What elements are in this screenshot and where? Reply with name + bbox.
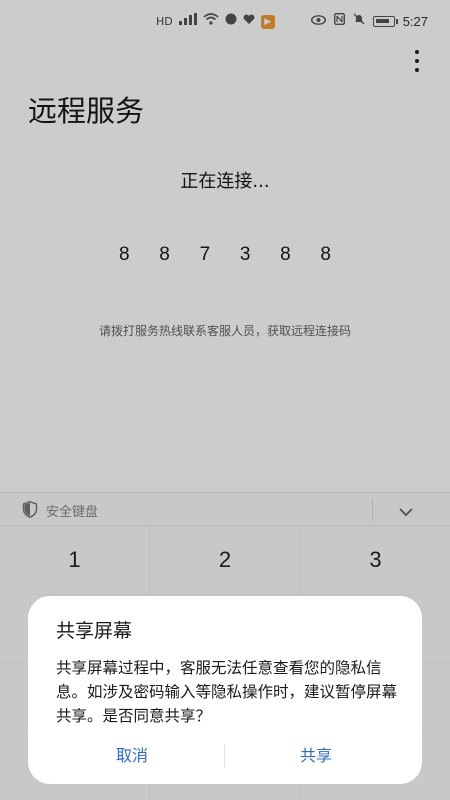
share-screen-dialog: 共享屏幕 共享屏幕过程中，客服无法任意查看您的隐私信息。如涉及密码输入等隐私操作… xyxy=(28,596,422,784)
dialog-message: 共享屏幕过程中，客服无法任意查看您的隐私信息。如涉及密码输入等隐私操作时，建议暂… xyxy=(56,659,398,725)
dialog-title: 共享屏幕 xyxy=(56,620,133,642)
share-button[interactable]: 共享 xyxy=(218,742,414,770)
cancel-button[interactable]: 取消 xyxy=(34,742,230,770)
